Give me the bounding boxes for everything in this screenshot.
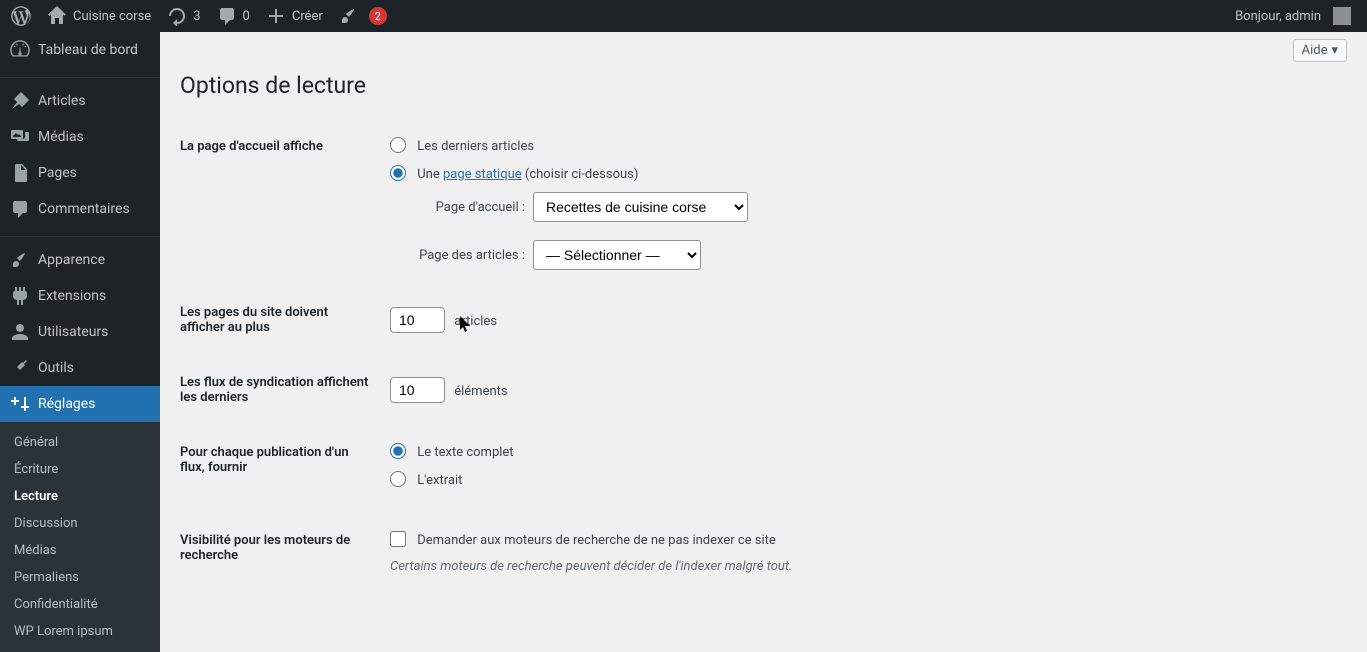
discourage-description: Certains moteurs de recherche peuvent dé… [390, 559, 1337, 574]
field-label-rss: Les flux de syndication affichent les de… [180, 355, 380, 425]
brush-icon [339, 6, 359, 26]
radio-label-suffix: (choisir ci-dessous) [522, 167, 639, 182]
sidebar-item-appearance[interactable]: Apparence [0, 242, 160, 278]
plus-icon [266, 6, 286, 26]
radio-full-text[interactable] [390, 443, 406, 459]
homepage-select-label: Page d'accueil : [413, 200, 525, 215]
separator [0, 73, 160, 78]
sidebar-item-label: Extensions [38, 288, 106, 304]
comments[interactable]: 0 [209, 0, 258, 32]
updates[interactable]: 3 [159, 0, 208, 32]
content: Aide ▾ Options de lecture La page d'accu… [160, 32, 1367, 620]
new-content[interactable]: Créer [258, 0, 331, 32]
radio-label: Le texte complet [417, 445, 513, 460]
help-tab[interactable]: Aide ▾ [1293, 39, 1347, 62]
caret-down-icon: ▾ [1331, 43, 1338, 58]
sidebar-item-label: Utilisateurs [38, 324, 108, 340]
static-page-link[interactable]: page statique [443, 167, 522, 182]
sidebar-item-dashboard[interactable]: Tableau de bord [0, 32, 160, 68]
radio-option-static-page[interactable]: Une page statique (choisir ci-dessous) [390, 165, 1337, 182]
sidebar-item-comments[interactable]: Commentaires [0, 191, 160, 227]
sidebar-item-label: Apparence [38, 252, 105, 268]
wpml-badge: 2 [369, 7, 387, 25]
radio-option-latest-posts[interactable]: Les derniers articles [390, 137, 1337, 154]
sidebar-item-label: Articles [38, 93, 86, 109]
submenu-item-permalinks[interactable]: Permaliens [0, 564, 160, 591]
wrench-icon [10, 358, 30, 378]
media-icon [10, 127, 30, 147]
checkbox-option-discourage[interactable]: Demander aux moteurs de recherche de ne … [390, 531, 1337, 548]
wpml[interactable]: 2 [331, 0, 395, 32]
site-name-label: Cuisine corse [73, 9, 151, 24]
avatar [1333, 7, 1351, 25]
radio-static-page[interactable] [390, 165, 406, 181]
discourage-checkbox[interactable] [390, 531, 406, 547]
posts-unit-label: articles [454, 314, 497, 329]
page-title: Options de lecture [180, 72, 1347, 99]
posts-page-select[interactable]: — Sélectionner — [533, 240, 701, 270]
home-icon [47, 6, 67, 26]
sidebar-item-pages[interactable]: Pages [0, 155, 160, 191]
update-icon [167, 6, 187, 26]
comment-icon [217, 6, 237, 26]
checkbox-label: Demander aux moteurs de recherche de ne … [417, 533, 776, 548]
field-label-posts-per-page: Les pages du site doivent afficher au pl… [180, 285, 380, 355]
sidebar-item-media[interactable]: Médias [0, 119, 160, 155]
greeting-label: Bonjour, admin [1235, 9, 1321, 24]
sidebar-item-posts[interactable]: Articles [0, 83, 160, 119]
radio-label-prefix: Une [417, 167, 443, 182]
sidebar-item-plugins[interactable]: Extensions [0, 278, 160, 314]
admin-bar: Cuisine corse 3 0 Créer 2 Bonjour, admin [0, 0, 1367, 32]
my-account[interactable]: Bonjour, admin [1227, 0, 1359, 32]
rss-unit-label: éléments [454, 384, 507, 399]
comment-icon [10, 199, 30, 219]
site-name[interactable]: Cuisine corse [39, 0, 159, 32]
sliders-icon [10, 394, 30, 414]
submenu-item-writing[interactable]: Écriture [0, 456, 160, 483]
submenu-item-privacy[interactable]: Confidentialité [0, 591, 160, 618]
brush-icon [10, 250, 30, 270]
new-label: Créer [292, 9, 323, 24]
help-label: Aide [1302, 43, 1328, 58]
radio-excerpt[interactable] [390, 471, 406, 487]
field-label-feed-content: Pour chaque publication d'un flux, fourn… [180, 425, 380, 513]
comments-count: 0 [243, 9, 250, 24]
field-label-front-page: La page d'accueil affiche [180, 119, 380, 285]
posts-per-page-input[interactable] [390, 307, 445, 333]
wordpress-logo[interactable] [3, 0, 39, 32]
homepage-select[interactable]: Recettes de cuisine corse [533, 192, 748, 222]
page-icon [10, 163, 30, 183]
sidebar-item-label: Outils [38, 360, 74, 376]
submenu-item-general[interactable]: Général [0, 429, 160, 456]
sidebar: Tableau de bord Articles Médias Pages Co… [0, 32, 160, 620]
dashboard-icon [10, 40, 30, 60]
sidebar-item-label: Réglages [38, 396, 95, 412]
user-icon [10, 322, 30, 342]
radio-option-excerpt[interactable]: L'extrait [390, 471, 1337, 488]
field-label-search-visibility: Visibilité pour les moteurs de recherche [180, 513, 380, 589]
radio-label: Les derniers articles [417, 139, 534, 154]
sidebar-item-settings[interactable]: Réglages [0, 386, 160, 422]
posts-per-rss-input[interactable] [390, 377, 445, 403]
submenu-item-media[interactable]: Médias [0, 537, 160, 564]
radio-option-full-text[interactable]: Le texte complet [390, 443, 1337, 460]
posts-page-select-label: Page des articles : [413, 248, 525, 263]
submenu-item-wplorem[interactable]: WP Lorem ipsum [0, 618, 160, 645]
radio-latest-posts[interactable] [390, 137, 406, 153]
submenu-item-reading[interactable]: Lecture [0, 483, 160, 510]
updates-count: 3 [193, 9, 200, 24]
pin-icon [10, 91, 30, 111]
sidebar-item-label: Médias [38, 129, 84, 145]
separator [0, 232, 160, 237]
radio-label: L'extrait [417, 473, 462, 488]
sidebar-item-tools[interactable]: Outils [0, 350, 160, 386]
sidebar-item-label: Pages [38, 165, 77, 181]
sidebar-item-users[interactable]: Utilisateurs [0, 314, 160, 350]
sidebar-item-label: Commentaires [38, 201, 130, 217]
wordpress-icon [11, 6, 31, 26]
settings-submenu: Général Écriture Lecture Discussion Médi… [0, 422, 160, 652]
plugin-icon [10, 286, 30, 306]
submenu-item-discussion[interactable]: Discussion [0, 510, 160, 537]
sidebar-item-label: Tableau de bord [38, 42, 138, 58]
